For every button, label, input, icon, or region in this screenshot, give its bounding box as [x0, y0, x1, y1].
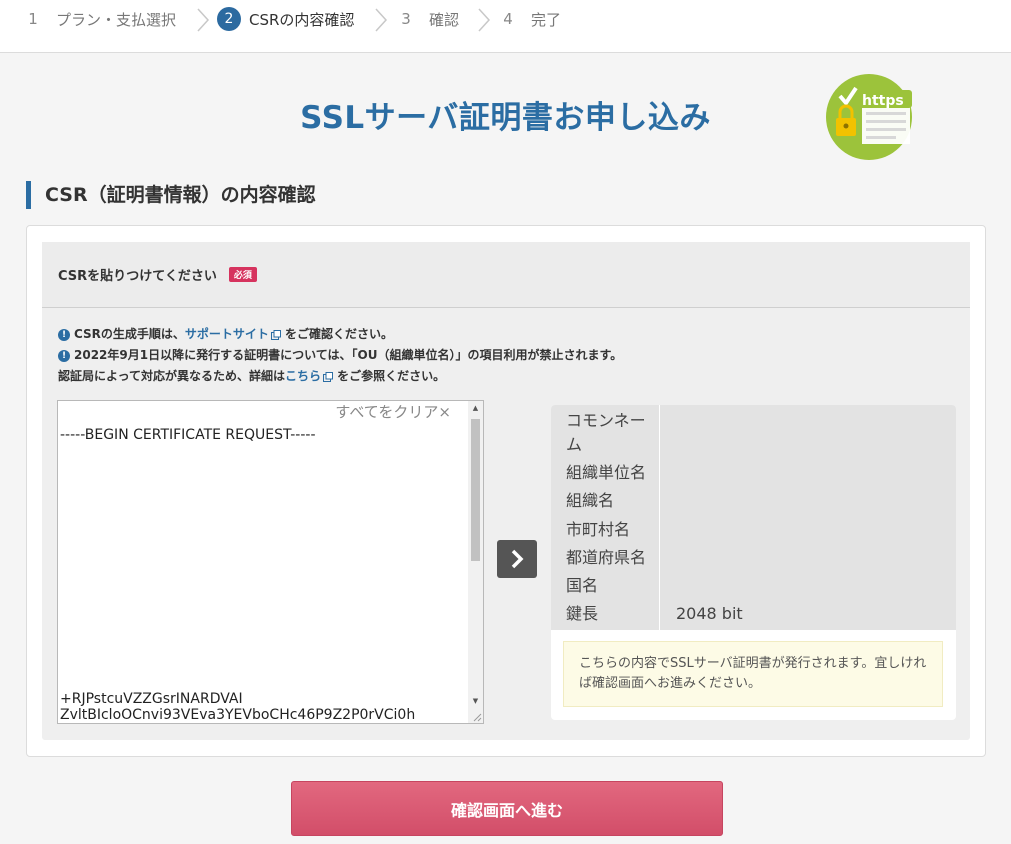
note-support: ! CSRの生成手順は、 サポートサイト をご確認ください。: [58, 324, 622, 345]
row-key: 鍵長: [566, 604, 599, 623]
csr-form-panel: CSRを貼りつけてください 必須 ! CSRの生成手順は、 サポートサイト をご…: [42, 242, 970, 740]
row-key: コモンネーム: [566, 411, 646, 454]
step-label: CSRの内容確認: [249, 10, 355, 29]
proceed-to-confirm-button[interactable]: 確認画面へ進む: [291, 781, 723, 836]
note-text: をご確認ください。: [284, 327, 393, 341]
parse-csr-button[interactable]: [497, 540, 537, 578]
step-complete: 4 完了: [497, 0, 561, 38]
scroll-down-icon[interactable]: ▼: [468, 694, 483, 709]
external-link-icon: [323, 371, 334, 382]
step-label: 完了: [531, 10, 562, 29]
step-label: 確認: [429, 10, 460, 29]
clear-all-button[interactable]: すべてをクリア×: [335, 401, 451, 423]
info-icon: !: [58, 349, 70, 362]
row-key: 組織単位名: [566, 463, 647, 482]
step-confirm: 3 確認: [395, 0, 459, 38]
step-number: 3: [401, 10, 411, 28]
note-text: CSRの生成手順は、: [74, 327, 185, 341]
details-link[interactable]: こちら: [285, 366, 337, 387]
https-lock-icon: https: [826, 74, 912, 160]
csr-first-line: -----BEGIN CERTIFICATE REQUEST-----: [60, 427, 316, 443]
note-text: 2022年9月1日以降に発行する証明書については、「OU（組織単位名）」の項目利…: [74, 348, 623, 362]
chevron-right-icon: [478, 8, 491, 32]
row-value: 2048 bit: [676, 604, 743, 623]
required-badge: 必須: [228, 267, 257, 282]
csr-label-row: CSRを貼りつけてください 必須: [42, 242, 970, 308]
info-icon: !: [58, 328, 70, 341]
progress-stepper: 1 プラン・支払選択 2 CSRの内容確認 3 確認 4 完了: [0, 0, 1011, 53]
note-text: 認証局によって対応が異なるため、詳細は: [58, 369, 286, 383]
link-text[interactable]: サポートサイト: [185, 324, 269, 345]
note-text: をご参照ください。: [337, 369, 446, 383]
csr-result-panel: コモンネーム 組織単位名 組織名 市町村名 都道府県名 国名 鍵長 2048 b…: [551, 405, 956, 720]
step-number: 2: [217, 7, 241, 31]
row-key: 都道府県名: [566, 548, 647, 567]
scroll-up-icon[interactable]: ▲: [468, 401, 483, 416]
csr-line: +RJPstcuVZZGsrINARDVAI: [60, 691, 243, 707]
badge-text: https: [862, 93, 904, 109]
chevron-right-icon: [511, 549, 524, 569]
row-key: 市町村名: [566, 520, 631, 539]
chevron-right-icon: [197, 8, 210, 32]
row-key: 国名: [566, 576, 599, 595]
confirm-notice: こちらの内容でSSLサーバ証明書が発行されます。宜しければ確認画面へお進みくださ…: [563, 641, 943, 707]
link-text[interactable]: こちら: [285, 366, 321, 387]
step-number: 1: [28, 10, 38, 28]
chevron-right-icon: [375, 8, 388, 32]
csr-label: CSRを貼りつけてください: [58, 269, 217, 284]
resize-handle-icon[interactable]: [472, 712, 482, 722]
scroll-thumb[interactable]: [471, 419, 480, 561]
csr-line: ZvltBIcloOCnvi93VEva3YEVboCHc46P9Z2P0rVC…: [60, 707, 416, 723]
step-plan-payment: 1 プラン・支払選択: [22, 0, 176, 38]
step-label: プラン・支払選択: [56, 10, 177, 29]
textarea-scrollbar[interactable]: ▲ ▼: [468, 401, 483, 723]
step-number: 4: [503, 10, 513, 28]
csr-info-table: コモンネーム 組織単位名 組織名 市町村名 都道府県名 国名 鍵長 2048 b…: [551, 405, 956, 630]
csr-textarea[interactable]: すべてをクリア× -----BEGIN CERTIFICATE REQUEST-…: [57, 400, 484, 724]
csr-notes: ! CSRの生成手順は、 サポートサイト をご確認ください。 ! 2022年9月…: [58, 324, 622, 387]
step-csr-confirm: 2 CSRの内容確認: [217, 0, 354, 38]
csr-card: CSRを貼りつけてください 必須 ! CSRの生成手順は、 サポートサイト をご…: [26, 225, 986, 757]
external-link-icon: [270, 329, 281, 340]
row-key: 組織名: [566, 491, 615, 510]
section-heading: CSR（証明書情報）の内容確認: [26, 181, 316, 209]
support-site-link[interactable]: サポートサイト: [185, 324, 285, 345]
note-ca-details: 認証局によって対応が異なるため、詳細は こちら をご参照ください。: [58, 366, 622, 387]
note-ou-policy: ! 2022年9月1日以降に発行する証明書については、「OU（組織単位名）」の項…: [58, 345, 622, 366]
